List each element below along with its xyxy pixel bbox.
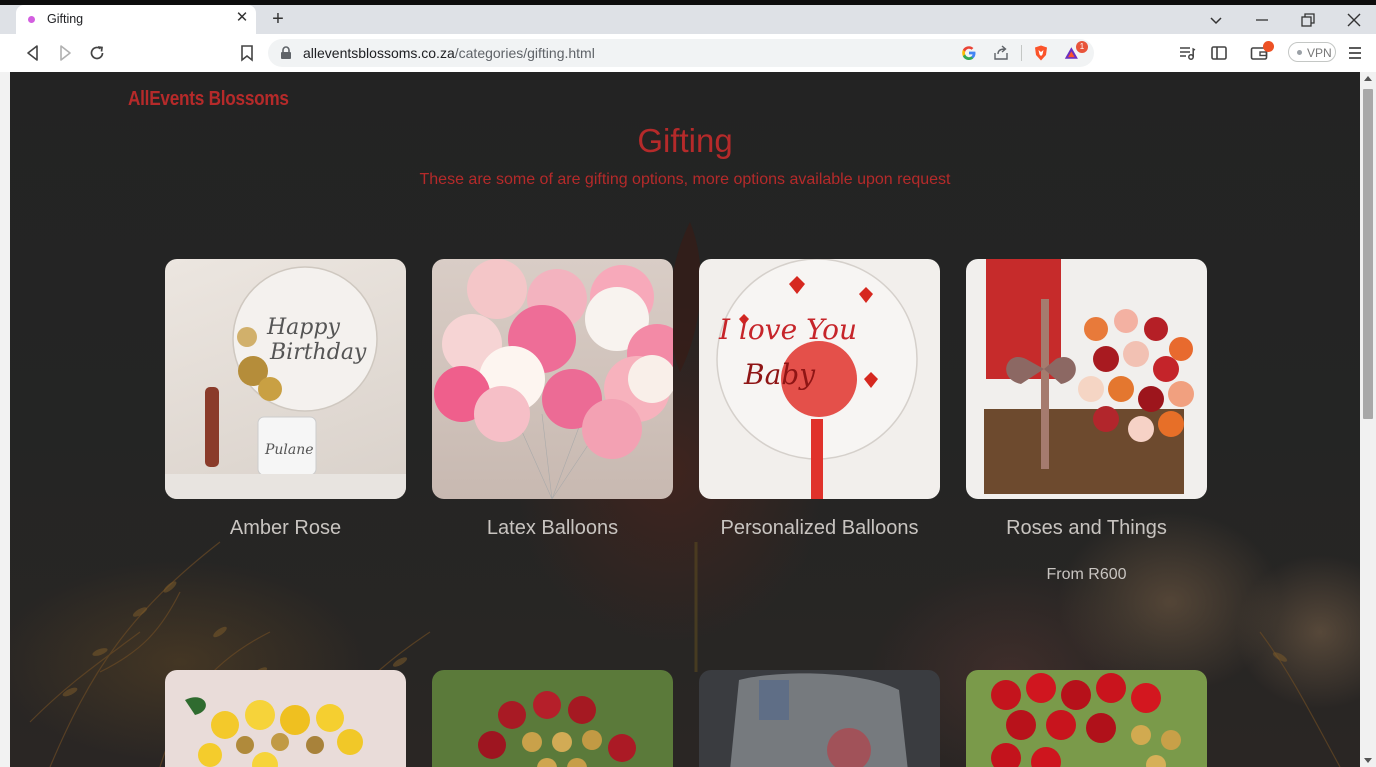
svg-text:Happy: Happy	[266, 315, 340, 340]
svg-text:Baby: Baby	[743, 358, 816, 391]
address-bar[interactable]: alleventsblossoms.co.za/categories/gifti…	[268, 39, 1094, 67]
product-image-latex-balloons[interactable]	[432, 259, 673, 499]
tab-gifting[interactable]: Gifting ✕	[16, 5, 256, 34]
svg-text:Birthday: Birthday	[269, 340, 367, 365]
product-price-roses-and-things: From R600	[1046, 566, 1127, 583]
product-image-red-roses[interactable]	[966, 670, 1207, 767]
site-brand-link[interactable]: AllEvents Blossoms	[128, 88, 289, 111]
gifting-page: AllEvents Blossoms Gifting These are som…	[10, 72, 1360, 767]
scrollbar-thumb[interactable]	[1363, 89, 1373, 419]
omnibox-divider	[1021, 45, 1022, 61]
vpn-button[interactable]: VPN	[1288, 42, 1336, 62]
red-roses-chocolates-heart-image	[478, 691, 636, 767]
share-icon[interactable]	[992, 44, 1010, 62]
product-image-yellow-roses[interactable]	[165, 670, 406, 767]
product-image-amber-rose[interactable]: Happy Birthday Pulane	[165, 259, 406, 499]
roses-box-image	[984, 259, 1194, 494]
scroll-down-icon[interactable]	[1364, 758, 1372, 763]
url-text[interactable]: alleventsblossoms.co.za/categories/gifti…	[303, 45, 595, 61]
menu-icon[interactable]	[1345, 43, 1365, 63]
product-name-amber-rose[interactable]: Amber Rose	[165, 517, 406, 540]
back-icon[interactable]	[23, 43, 43, 63]
browser-toolbar: alleventsblossoms.co.za/categories/gifti…	[0, 34, 1376, 73]
wrapped-gift-image	[730, 673, 908, 767]
forward-icon[interactable]	[55, 43, 75, 63]
wallet-badge-icon	[1263, 41, 1274, 52]
reload-icon[interactable]	[87, 43, 107, 63]
product-image-gift-bag[interactable]	[699, 670, 940, 767]
playlist-icon[interactable]	[1177, 43, 1197, 63]
lock-icon[interactable]	[280, 46, 292, 60]
product-name-latex-balloons[interactable]: Latex Balloons	[432, 517, 673, 540]
yellow-roses-chocolates-image	[185, 697, 363, 767]
svg-text:Pulane: Pulane	[264, 442, 314, 458]
product-name-personalized-balloons[interactable]: Personalized Balloons	[699, 517, 940, 540]
close-window-icon[interactable]	[1344, 10, 1364, 30]
scroll-up-icon[interactable]	[1364, 76, 1372, 81]
page-left-gutter	[0, 72, 10, 767]
minimize-icon[interactable]	[1252, 10, 1272, 30]
product-image-red-roses-heart[interactable]	[432, 670, 673, 767]
vpn-label: VPN	[1307, 46, 1332, 60]
pink-latex-balloons-image	[434, 259, 673, 499]
vertical-scrollbar[interactable]	[1360, 72, 1376, 767]
red-roses-chocolates-image	[991, 673, 1181, 767]
tab-strip: Gifting ✕ +	[0, 5, 1376, 34]
bookmark-icon[interactable]	[237, 43, 257, 63]
favicon-icon	[28, 16, 35, 23]
svg-text:I love You: I love You	[718, 313, 857, 346]
tab-search-icon[interactable]	[1206, 10, 1226, 30]
product-image-roses-and-things[interactable]	[966, 259, 1207, 499]
close-tab-icon[interactable]: ✕	[234, 10, 250, 26]
i-love-you-baby-balloon-image: I love You Baby	[716, 259, 918, 499]
notification-badge: 1	[1076, 41, 1088, 53]
page-viewport: AllEvents Blossoms Gifting These are som…	[0, 72, 1376, 767]
new-tab-icon[interactable]: +	[268, 8, 288, 30]
brave-shields-icon[interactable]	[1032, 44, 1050, 62]
restore-icon[interactable]	[1298, 10, 1318, 30]
page-title: Gifting	[637, 122, 733, 159]
product-image-personalized-balloons[interactable]: I love You Baby	[699, 259, 940, 499]
tab-title: Gifting	[47, 12, 84, 26]
page-subtitle: These are some of are gifting options, m…	[419, 171, 951, 188]
google-icon[interactable]	[960, 44, 978, 62]
happy-birthday-balloon-image: Happy Birthday Pulane	[165, 266, 406, 499]
vpn-status-icon	[1297, 50, 1302, 55]
product-name-roses-and-things[interactable]: Roses and Things	[966, 517, 1207, 540]
sidebar-icon[interactable]	[1209, 43, 1229, 63]
